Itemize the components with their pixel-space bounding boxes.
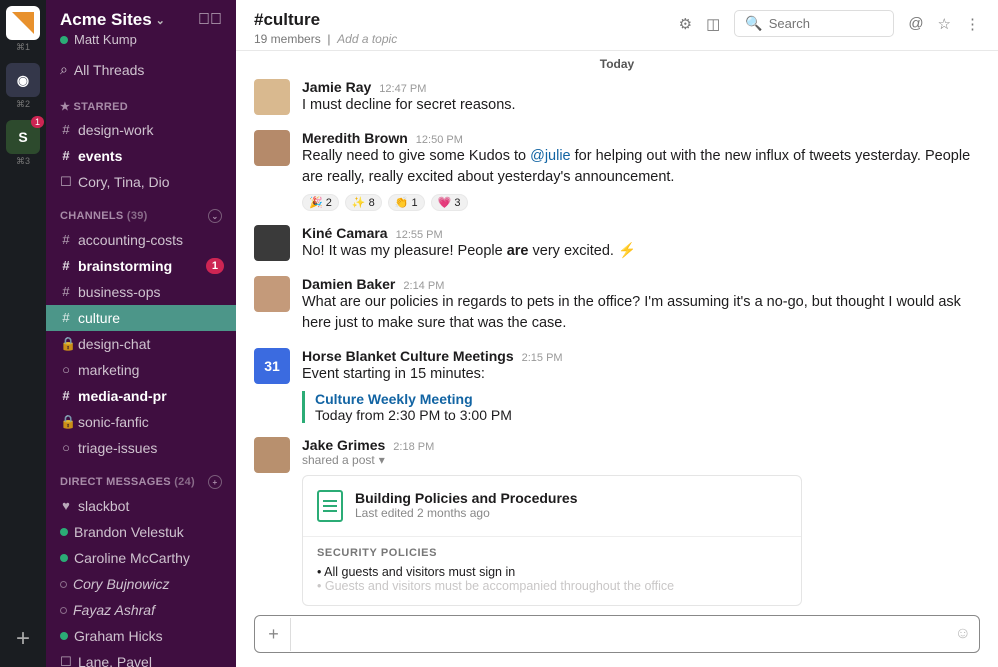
message-author[interactable]: Kiné Camara bbox=[302, 225, 388, 241]
message-timestamp: 12:47 PM bbox=[379, 83, 426, 95]
channel-item[interactable]: #media-and-pr bbox=[46, 383, 236, 409]
threads-icon: ⌕ bbox=[60, 61, 68, 78]
message-author[interactable]: Meredith Brown bbox=[302, 130, 408, 146]
starred-item[interactable]: #design-work bbox=[46, 117, 236, 143]
search-icon: 🔍 bbox=[745, 15, 762, 32]
message: Kiné Camara 12:55 PMNo! It was my pleasur… bbox=[254, 225, 980, 262]
message-text: What are our policies in regards to pets… bbox=[302, 292, 980, 334]
message: 31Horse Blanket Culture Meetings2:15 PME… bbox=[254, 348, 980, 423]
dm-item[interactable]: Cory Bujnowicz bbox=[46, 571, 236, 597]
workspace-rail: ⌘1 ◉ ⌘2 S ⌘3 1 + bbox=[0, 0, 46, 667]
message-timestamp: 12:50 PM bbox=[416, 134, 463, 146]
channel-item[interactable]: #brainstorming1 bbox=[46, 253, 236, 279]
message-author[interactable]: Damien Baker bbox=[302, 276, 395, 292]
channel-item[interactable]: #culture bbox=[46, 305, 236, 331]
add-dm-icon[interactable]: + bbox=[208, 475, 222, 489]
message-text: No! It was my pleasure! People are very … bbox=[302, 241, 980, 262]
attach-icon[interactable]: + bbox=[263, 618, 291, 651]
star-icon[interactable]: ☆ bbox=[938, 15, 951, 33]
section-channels-head[interactable]: CHANNELS (39)⌄ bbox=[46, 195, 236, 227]
reaction[interactable]: ✨ 8 bbox=[345, 194, 382, 211]
message-timestamp: 2:15 PM bbox=[522, 352, 563, 364]
avatar[interactable] bbox=[254, 225, 290, 261]
starred-item[interactable]: ☐Cory, Tina, Dio bbox=[46, 169, 236, 195]
message-timestamp: 2:18 PM bbox=[393, 441, 434, 453]
add-workspace-button[interactable]: + bbox=[16, 625, 30, 653]
message-text: Really need to give some Kudos to @julie… bbox=[302, 146, 980, 188]
member-count[interactable]: 19 members bbox=[254, 32, 321, 46]
avatar[interactable] bbox=[254, 276, 290, 312]
more-icon[interactable]: ⋮ bbox=[965, 15, 980, 33]
date-divider: Today bbox=[254, 57, 980, 71]
dm-item[interactable]: ♥slackbot bbox=[46, 493, 236, 519]
message: Jake Grimes 2:18 PMshared a post ▾ Buildin… bbox=[254, 437, 980, 606]
current-user[interactable]: Matt Kump bbox=[60, 32, 222, 47]
reaction[interactable]: 🎉 2 bbox=[302, 194, 339, 211]
avatar[interactable] bbox=[254, 130, 290, 166]
mentions-icon[interactable]: @ bbox=[908, 15, 923, 32]
workspace-switcher[interactable]: Acme Sites⌄ bbox=[60, 10, 165, 30]
chevron-down-icon[interactable]: ▾ bbox=[379, 453, 385, 467]
message-composer[interactable]: + ☺ bbox=[254, 615, 980, 653]
dm-item[interactable]: Graham Hicks bbox=[46, 623, 236, 649]
post-card[interactable]: Building Policies and ProceduresLast edi… bbox=[302, 475, 802, 606]
main-panel: #culture 19 members | Add a topic ⚙ ◫ 🔍 … bbox=[236, 0, 998, 667]
starred-item[interactable]: #events bbox=[46, 143, 236, 169]
emoji-icon[interactable]: ☺ bbox=[955, 625, 971, 643]
mention[interactable]: @julie bbox=[530, 148, 571, 164]
rail-workspace-3[interactable]: S ⌘3 1 bbox=[6, 120, 40, 167]
channel-item[interactable]: #accounting-costs bbox=[46, 227, 236, 253]
channel-item[interactable]: 🔒sonic-fanfic bbox=[46, 409, 236, 435]
message-timestamp: 2:14 PM bbox=[403, 280, 444, 292]
calendar-icon: 31 bbox=[254, 348, 290, 384]
rail-workspace-2[interactable]: ◉ ⌘2 bbox=[6, 63, 40, 110]
message-text: I must decline for secret reasons. bbox=[302, 95, 980, 116]
event-title[interactable]: Culture Weekly Meeting bbox=[315, 391, 980, 407]
message: Meredith Brown 12:50 PMReally need to giv… bbox=[254, 130, 980, 211]
sidebar: Acme Sites⌄ ♡⃝ Matt Kump ⌕All Threads ★ … bbox=[46, 0, 236, 667]
channel-item[interactable]: 🔒design-chat bbox=[46, 331, 236, 357]
dm-item[interactable]: Caroline McCarthy bbox=[46, 545, 236, 571]
section-starred-head[interactable]: ★ STARRED bbox=[46, 86, 236, 117]
message-input[interactable] bbox=[295, 616, 955, 652]
channel-item[interactable]: ○marketing bbox=[46, 357, 236, 383]
search-input[interactable]: 🔍 bbox=[734, 10, 894, 37]
message: Jamie Ray 12:47 PMI must decline for secr… bbox=[254, 79, 980, 116]
reaction[interactable]: 👏 1 bbox=[388, 194, 425, 211]
dm-item[interactable]: Brandon Velestuk bbox=[46, 519, 236, 545]
avatar[interactable] bbox=[254, 437, 290, 473]
dm-item[interactable]: ☐Lane, Pavel bbox=[46, 649, 236, 667]
avatar[interactable] bbox=[254, 79, 290, 115]
chevron-down-icon: ⌄ bbox=[156, 14, 165, 27]
section-dms-head[interactable]: DIRECT MESSAGES (24)+ bbox=[46, 461, 236, 493]
all-threads[interactable]: ⌕All Threads bbox=[46, 53, 236, 86]
message-author[interactable]: Jamie Ray bbox=[302, 79, 371, 95]
add-channel-icon[interactable]: ⌄ bbox=[208, 209, 222, 223]
message-author[interactable]: Jake Grimes bbox=[302, 437, 385, 453]
message: Damien Baker 2:14 PMWhat are our policies… bbox=[254, 276, 980, 334]
reaction[interactable]: 💗 3 bbox=[431, 194, 468, 211]
channel-title[interactable]: #culture bbox=[254, 10, 397, 30]
panel-icon[interactable]: ◫ bbox=[706, 15, 720, 33]
document-icon bbox=[317, 490, 343, 522]
gear-icon[interactable]: ⚙ bbox=[679, 15, 692, 33]
message-timestamp: 12:55 PM bbox=[396, 229, 443, 241]
channel-item[interactable]: #business-ops bbox=[46, 279, 236, 305]
add-topic-link[interactable]: Add a topic bbox=[337, 32, 397, 46]
shared-post-meta: shared a post ▾ bbox=[302, 453, 980, 467]
notifications-icon[interactable]: ♡⃝ bbox=[198, 11, 222, 29]
rail-workspace-1[interactable]: ⌘1 bbox=[6, 6, 40, 53]
dm-item[interactable]: Fayaz Ashraf bbox=[46, 597, 236, 623]
message-author[interactable]: Horse Blanket Culture Meetings bbox=[302, 348, 514, 364]
channel-item[interactable]: ○triage-issues bbox=[46, 435, 236, 461]
